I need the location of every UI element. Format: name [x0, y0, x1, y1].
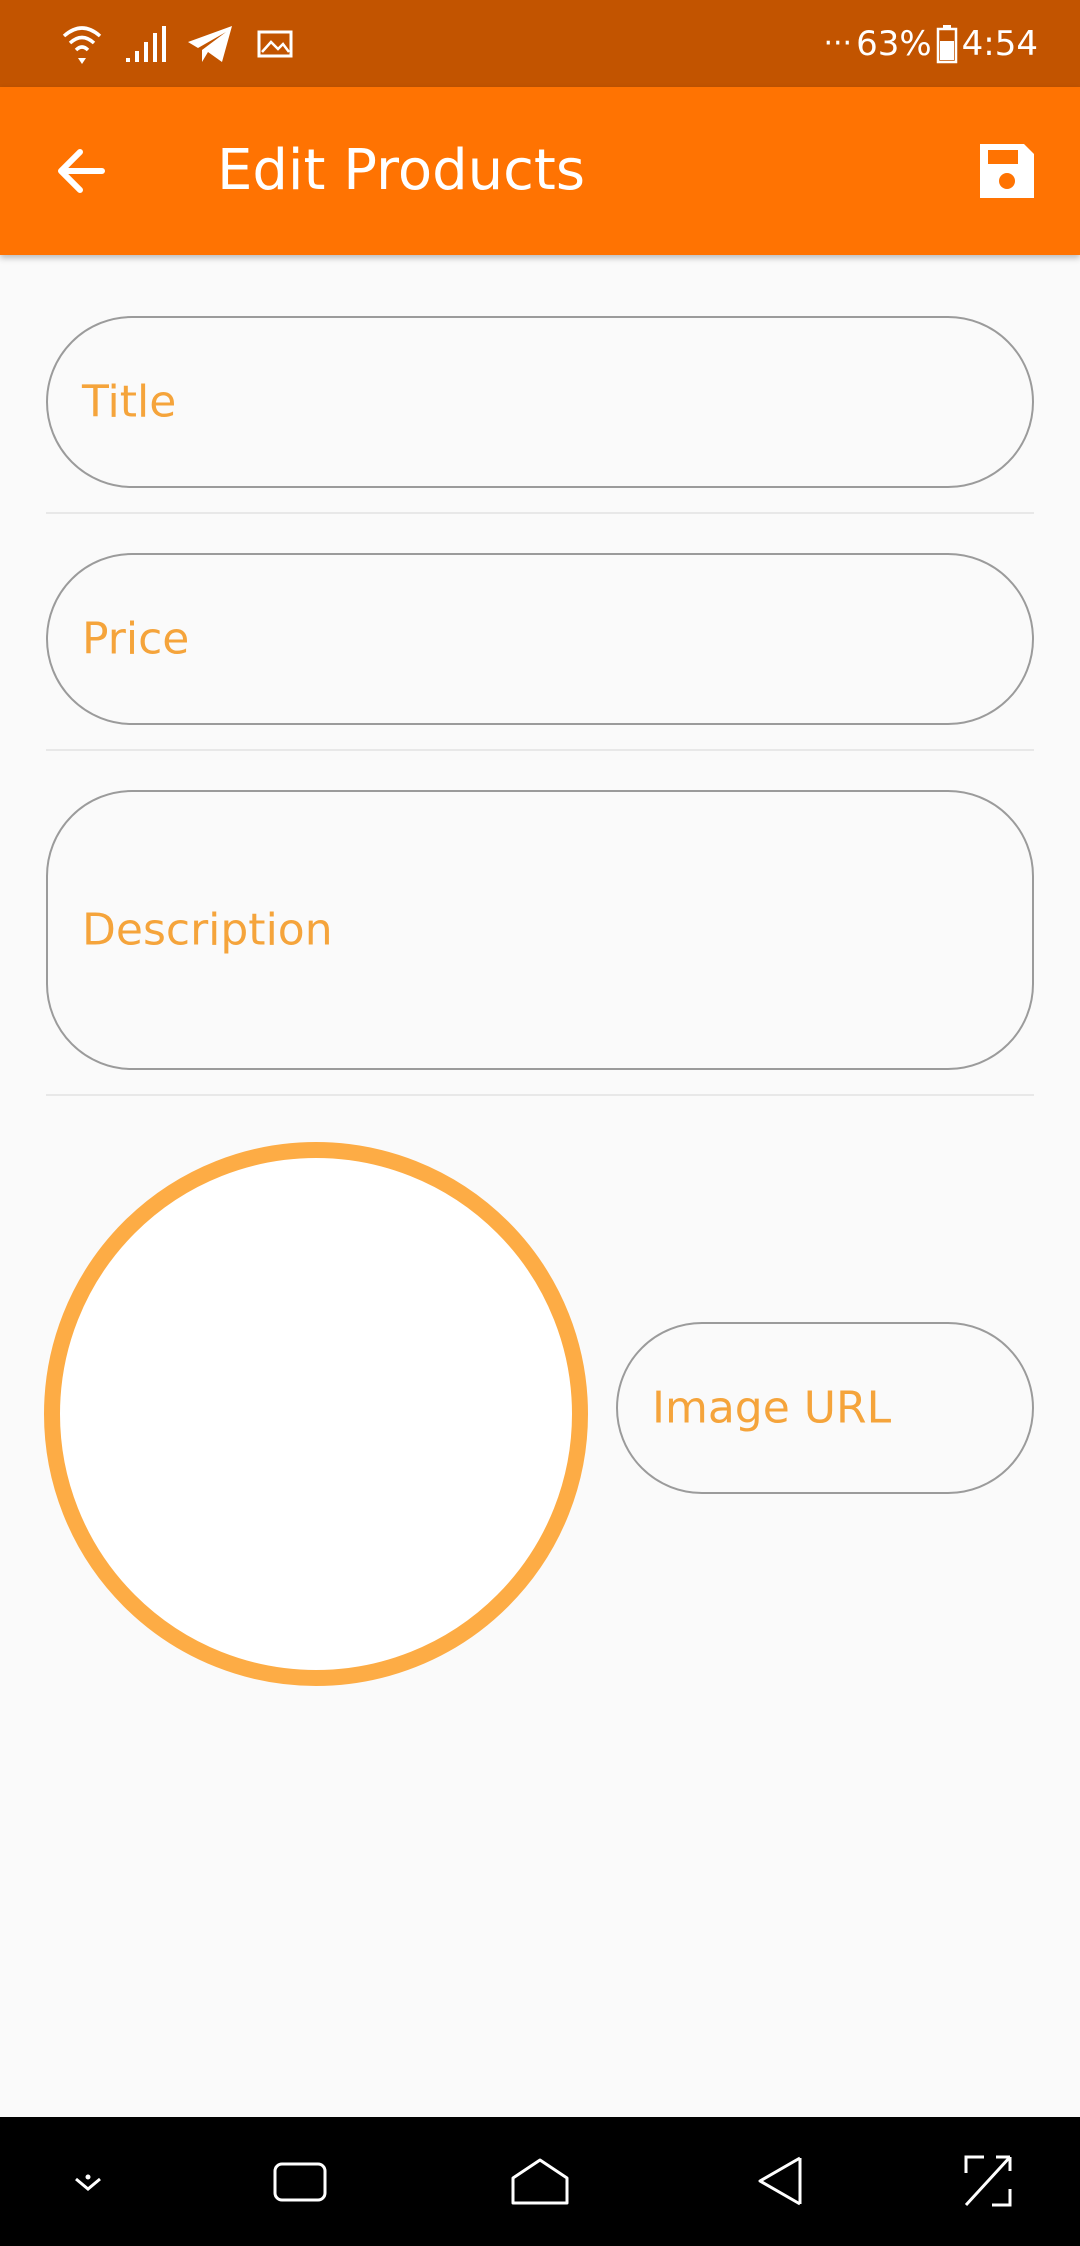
page-title: Edit Products [217, 138, 586, 203]
price-field[interactable]: Price [46, 553, 1034, 725]
price-placeholder: Price [82, 613, 190, 665]
more-icon: ··· [823, 26, 853, 61]
title-placeholder: Title [82, 376, 177, 428]
navigation-bar [0, 2117, 1080, 2246]
recents-icon[interactable] [266, 2147, 334, 2215]
description-field[interactable]: Description [46, 790, 1034, 1070]
app-bar: Edit Products [0, 87, 1080, 255]
battery-percent: 63% [856, 23, 932, 64]
screenshot-icon[interactable] [954, 2147, 1022, 2215]
floppy-disk-icon[interactable] [976, 140, 1038, 202]
image-url-field[interactable]: Image URL [616, 1322, 1034, 1494]
image-preview [44, 1142, 588, 1686]
hide-keyboard-icon[interactable] [54, 2147, 122, 2215]
arrow-back-icon[interactable] [50, 137, 118, 205]
image-url-placeholder: Image URL [652, 1382, 892, 1434]
divider [46, 1094, 1034, 1096]
signal-icon [126, 26, 166, 62]
battery-icon [936, 24, 957, 63]
home-icon[interactable] [506, 2147, 574, 2215]
divider [46, 749, 1034, 751]
status-bar: ··· 63% 4:54 [0, 0, 1080, 87]
wifi-icon [62, 26, 102, 64]
back-icon[interactable] [746, 2147, 814, 2215]
clock: 4:54 [961, 23, 1038, 64]
gallery-icon [257, 30, 293, 58]
divider [46, 512, 1034, 514]
description-placeholder: Description [82, 904, 333, 956]
title-field[interactable]: Title [46, 316, 1034, 488]
telegram-icon [188, 26, 232, 62]
